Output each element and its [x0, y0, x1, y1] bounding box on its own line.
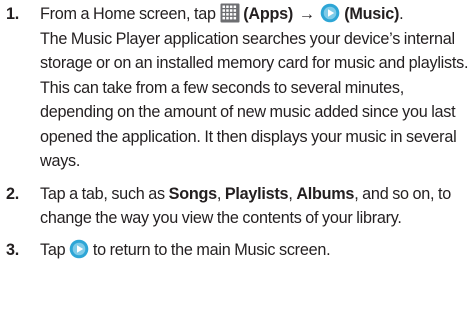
step-1-period: .	[399, 5, 404, 23]
playlists-tab-label: Playlists	[224, 184, 289, 203]
music-play-icon	[320, 3, 340, 23]
step-3-intro: Tap	[40, 240, 70, 259]
step-1-body: The Music Player application searches yo…	[40, 29, 469, 171]
step-3-rest: to return to the main Music screen.	[89, 240, 331, 259]
step-2: 2. Tap a tab, such as Songs, Playlists, …	[0, 182, 471, 231]
step-number: 1.	[6, 5, 20, 23]
albums-tab-label: Albums	[296, 184, 355, 203]
arrow-right-icon: →	[298, 5, 315, 23]
step-text: From a Home screen, tap (Apps) → (Music)…	[40, 3, 469, 171]
step-1-intro: From a Home screen, tap	[40, 5, 220, 23]
step-number: 3.	[6, 240, 20, 259]
steps-list: 1. From a Home screen, tap (Apps) → (Mus…	[0, 2, 471, 262]
step-number: 2.	[6, 184, 20, 203]
songs-tab-label: Songs	[168, 184, 217, 203]
step-text: Tap to return to the main Music screen.	[40, 239, 331, 259]
apps-label: (Apps)	[243, 5, 294, 23]
step-3: 3. Tap to return to the main Music scree…	[0, 238, 471, 263]
step-text: Tap a tab, such as Songs, Playlists, Alb…	[40, 185, 451, 228]
music-label: (Music)	[344, 5, 400, 23]
step-1: 1. From a Home screen, tap (Apps) → (Mus…	[0, 2, 471, 174]
music-play-icon	[69, 239, 89, 259]
step-2-intro: Tap a tab, such as	[40, 184, 169, 203]
instruction-page: 1. From a Home screen, tap (Apps) → (Mus…	[0, 0, 471, 335]
separator: ,	[216, 184, 225, 203]
apps-grid-icon	[220, 3, 240, 23]
